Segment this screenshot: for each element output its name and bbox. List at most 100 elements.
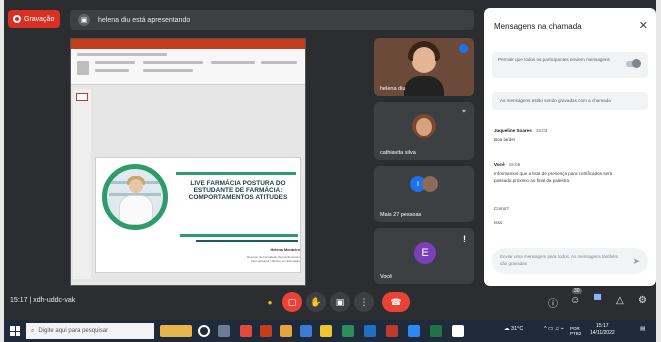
- deco-bar: [176, 172, 296, 175]
- present-screen-icon: ▣: [78, 14, 90, 26]
- slide-thumbnail[interactable]: [76, 93, 88, 101]
- chrome-icon[interactable]: [452, 325, 464, 337]
- chat-message-input[interactable]: Enviar uma mensagem para todos. As mensa…: [492, 248, 648, 274]
- camera-off-button[interactable]: ▢: [282, 292, 302, 312]
- more-options-button[interactable]: ⋮: [354, 292, 374, 312]
- message-text: Como?: [494, 206, 509, 211]
- task-view-icon[interactable]: [198, 325, 210, 337]
- participant-shirt: [404, 76, 444, 96]
- tray-icons[interactable]: ^ ▭ ♫ ⌁: [544, 326, 564, 332]
- slide-thumbnails: [73, 89, 91, 279]
- alert-icon[interactable]: !: [463, 234, 466, 244]
- ppt-ribbon: [71, 49, 305, 85]
- ribbon-group: [95, 61, 135, 64]
- participant-tile[interactable]: I Mais 27 pessoas: [374, 166, 474, 222]
- meet-window: Gravação ▣ helena diu está apresentando: [0, 0, 661, 342]
- excel-icon[interactable]: [430, 325, 442, 337]
- file-explorer-icon[interactable]: [280, 325, 292, 337]
- photo-head: [129, 179, 143, 193]
- language-indicator[interactable]: POR PTB2: [570, 326, 588, 336]
- people-icon[interactable]: ☺: [570, 295, 580, 306]
- meeting-code: xdh-uddc-vak: [33, 297, 76, 304]
- ribbon-tabs: [77, 53, 167, 56]
- search-icon: ⌕: [31, 327, 35, 334]
- screen-edge-left: [0, 0, 4, 342]
- clock-date: 14/11/2022: [590, 330, 615, 336]
- mic-icon[interactable]: ●: [260, 292, 280, 312]
- news-widget-icon[interactable]: [160, 325, 192, 337]
- raise-hand-button[interactable]: ✋: [306, 292, 326, 312]
- presenting-banner: ▣ helena diu está apresentando: [70, 10, 474, 30]
- present-button[interactable]: ▣: [330, 292, 350, 312]
- taskbar-search[interactable]: ⌕ Digite aqui para pesquisar: [26, 323, 154, 339]
- slide-canvas: LIVE FARMÁCIA POSTURA DO ESTUDANTE DE FA…: [95, 157, 301, 273]
- clock-time: 15:17: [596, 323, 609, 329]
- paste-icon: [77, 61, 89, 75]
- app-icon[interactable]: [386, 325, 398, 337]
- message-sender: Você 15:09: [494, 162, 520, 167]
- ppt-titlebar: [71, 39, 305, 49]
- app-icon[interactable]: [320, 325, 332, 337]
- chat-permission-setting: Permitir que todos os participantes envi…: [492, 52, 648, 78]
- app-icon[interactable]: [300, 325, 312, 337]
- host-controls-icon[interactable]: ⚙: [638, 295, 647, 306]
- more-participants-label: Mais 27 pessoas: [380, 212, 422, 218]
- slide-title: LIVE FARMÁCIA POSTURA DO ESTUDANTE DE FA…: [188, 180, 288, 202]
- participant-face: [413, 47, 435, 73]
- slide-presenter-name: Helena Monteiro: [270, 248, 300, 252]
- app-icon[interactable]: [342, 325, 354, 337]
- sender-name: Jaqueline Soares: [494, 128, 532, 133]
- app-icon[interactable]: [218, 325, 230, 337]
- weather-status[interactable]: ☁ 31°C: [504, 326, 523, 332]
- pharmacist-photo: [102, 164, 168, 230]
- close-icon[interactable]: ✕: [639, 19, 648, 32]
- system-clock[interactable]: 15:17 14/11/2022: [590, 323, 615, 337]
- presenting-text: helena diu está apresentando: [98, 16, 191, 24]
- app-icon[interactable]: [240, 325, 252, 337]
- info-icon[interactable]: ⓘ: [548, 295, 558, 310]
- participant-name: cathiavita silva: [380, 150, 416, 156]
- meeting-info: 15:17 | xdh-uddc-vak: [10, 297, 75, 304]
- chat-icon[interactable]: ▀: [594, 295, 601, 306]
- sender-name: Você: [494, 162, 505, 167]
- participant-tile[interactable]: helena diu: [374, 38, 474, 96]
- participant-name: helena diu: [380, 86, 406, 92]
- permission-text: Permitir que todos os participantes envi…: [498, 57, 610, 62]
- self-avatar: E: [414, 242, 436, 264]
- screen-edge-right: [656, 0, 661, 342]
- people-count: 30: [572, 288, 582, 294]
- notifications-icon[interactable]: ▤: [640, 326, 645, 332]
- powerpoint-icon[interactable]: [260, 325, 272, 337]
- message-time: 15:09: [508, 162, 521, 167]
- app-icon[interactable]: [364, 325, 376, 337]
- deco-bar: [180, 234, 298, 237]
- pin-icon[interactable]: ⌖: [462, 108, 466, 116]
- message-sender: Jaqueline Soares 15:03: [494, 128, 547, 133]
- photo-coat: [119, 195, 153, 225]
- permission-toggle[interactable]: [626, 59, 641, 68]
- slide-presenter-subtitle: Docente de Faculdade Pernambucana / Farm…: [246, 255, 300, 263]
- word-icon[interactable]: [408, 325, 420, 337]
- activities-icon[interactable]: △: [616, 295, 624, 306]
- recording-label: Gravação: [24, 15, 55, 23]
- ribbon-group: [95, 69, 129, 72]
- chat-panel: Mensagens na chamada ✕ Permitir que todo…: [484, 8, 656, 286]
- input-placeholder: Enviar uma mensagem para todos. As mensa…: [500, 254, 619, 266]
- chat-title: Mensagens na chamada: [494, 22, 582, 31]
- recording-button[interactable]: Gravação: [8, 10, 60, 28]
- participant-face: [416, 118, 432, 136]
- send-icon[interactable]: ➤: [632, 256, 640, 267]
- participant-tile[interactable]: ⌖ cathiavita silva: [374, 102, 474, 160]
- ribbon-group: [143, 61, 203, 64]
- ribbon-group: [211, 61, 255, 64]
- leave-call-button[interactable]: ☎: [382, 292, 410, 312]
- ribbon-group: [261, 61, 297, 64]
- shared-screen: LIVE FARMÁCIA POSTURA DO ESTUDANTE DE FA…: [70, 38, 306, 286]
- speaking-icon: [459, 44, 468, 53]
- self-tile[interactable]: E ! Você: [374, 228, 474, 284]
- call-time: 15:17: [10, 297, 28, 304]
- message-text: Boa tarde!: [494, 137, 516, 142]
- message-text: Isso: [494, 220, 503, 225]
- search-placeholder: Digite aqui para pesquisar: [38, 328, 109, 334]
- windows-start-icon[interactable]: [10, 326, 20, 336]
